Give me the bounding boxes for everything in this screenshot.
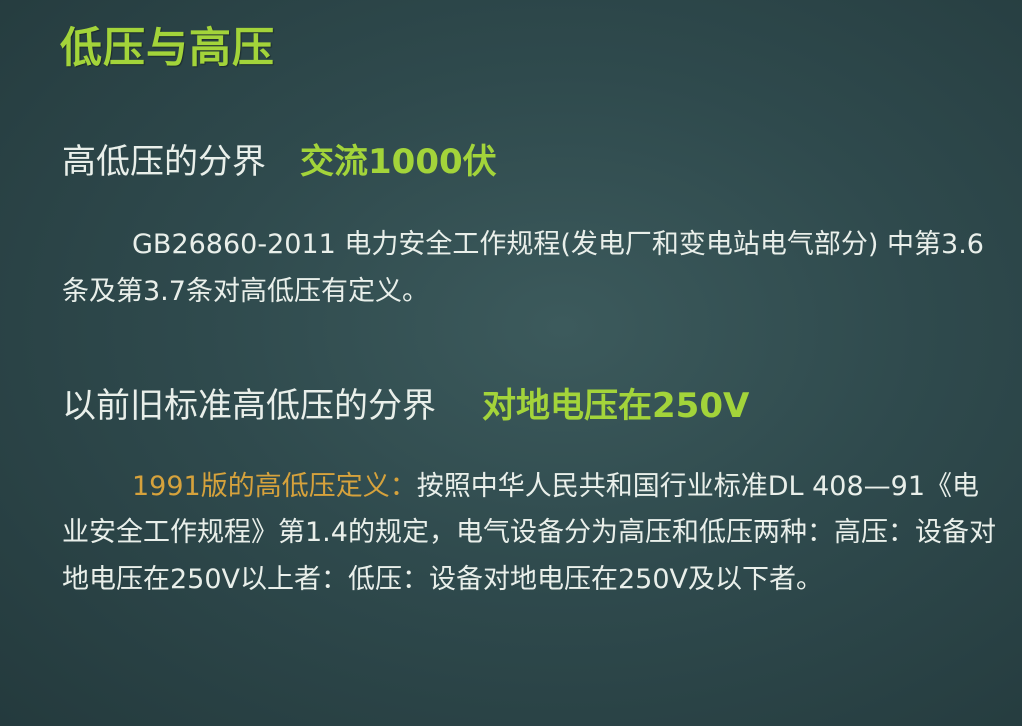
section1-heading-row: 高低压的分界 交流1000伏 — [62, 134, 497, 183]
section2-heading-row: 以前旧标准高低压的分界 对地电压在250V — [62, 378, 749, 427]
section2-paragraph: 1991版的高低压定义：按照中华人民共和国行业标准DL 408—91《电业安全工… — [62, 464, 1006, 603]
slide: 低压与高压 高低压的分界 交流1000伏 GB26860-2011 电力安全工作规… — [0, 0, 1022, 726]
section1-paragraph: GB26860-2011 电力安全工作规程(发电厂和变电站电气部分) 中第3.6… — [62, 229, 984, 307]
section2-highlight: 对地电压在250V — [482, 386, 750, 426]
section2-paragraph-lead: 1991版的高低压定义： — [132, 471, 417, 502]
slide-title: 低压与高压 — [60, 23, 276, 72]
section1-heading: 高低压的分界 — [62, 142, 266, 182]
section1-highlight: 交流1000伏 — [300, 142, 497, 182]
section2-heading: 以前旧标准高低压的分界 — [62, 386, 436, 426]
